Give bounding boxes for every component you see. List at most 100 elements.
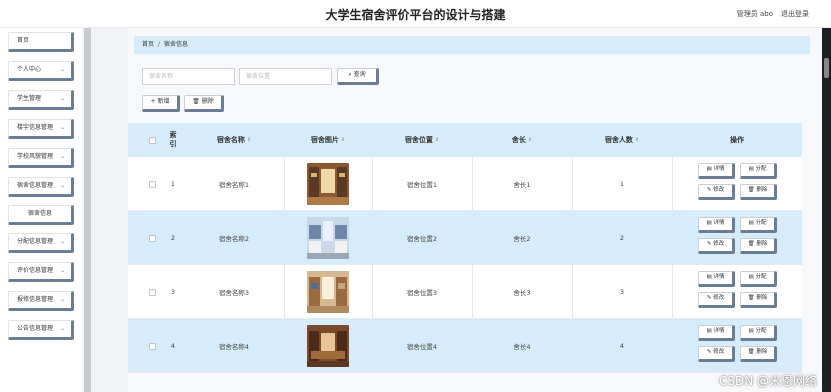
edit-button-label: 修改 [713, 187, 725, 193]
detail-button-label: 详情 [713, 166, 725, 172]
dorm-leader: 舍长4 [513, 343, 531, 351]
assign-button[interactable]: ▤ 分配 [740, 163, 777, 179]
edit-button[interactable]: ✎ 修改 [698, 346, 735, 362]
header-leader[interactable]: 舍长 ⇕ [472, 123, 572, 157]
sidebar-item[interactable]: 个人中心 ⌄ [8, 61, 74, 81]
sidebar-item[interactable]: 学校风貌管理 ⌄ [8, 148, 74, 168]
sidebar-item[interactable]: 宿舍信息 [8, 205, 74, 225]
header-count-label: 宿舍人数 [604, 136, 633, 144]
edit-button-label: 修改 [713, 241, 725, 247]
row-select-cell[interactable] [142, 157, 162, 211]
dorm-name-search-input[interactable] [142, 68, 235, 85]
row-checkbox[interactable] [148, 342, 156, 350]
column-divider [284, 157, 285, 210]
row-index: 3 [170, 288, 176, 296]
sidebar-item[interactable]: 报修信息管理 ⌄ [8, 291, 74, 311]
edit-button[interactable]: ✎ 修改 [698, 184, 735, 200]
sidebar-item-label: 报修信息管理 [17, 296, 54, 303]
chevron-down-icon: ⌄ [59, 238, 65, 245]
add-button[interactable]: + 新增 [142, 95, 180, 112]
sidebar-item[interactable]: 评价信息管理 ⌄ [8, 262, 74, 282]
detail-button-label: 详情 [713, 220, 725, 226]
dorm-count: 1 [619, 180, 625, 188]
row-leader-cell: 舍长3 [472, 265, 572, 319]
sort-icon[interactable]: ⇕ [435, 137, 439, 143]
row-checkbox[interactable] [148, 234, 156, 242]
sidebar-item[interactable]: 公告信息管理 ⌄ [8, 320, 74, 340]
sidebar-item[interactable]: 学生管理 ⌄ [8, 90, 74, 110]
dorm-image[interactable] [307, 271, 349, 313]
row-select-cell[interactable] [142, 319, 162, 373]
assign-button[interactable]: ▤ 分配 [740, 325, 777, 341]
scrollbar-thumb[interactable] [824, 58, 829, 78]
row-select-cell[interactable] [142, 265, 162, 319]
sidebar-item[interactable]: 分配信息管理 ⌄ [8, 233, 74, 253]
delete-button[interactable]: 🗑 删除 [740, 238, 777, 254]
row-index: 2 [170, 234, 176, 242]
column-divider [672, 319, 673, 372]
sidebar-item[interactable]: 楼宇信息管理 ⌄ [8, 119, 74, 139]
header-name[interactable]: 宿舍名称 ⇕ [184, 123, 284, 157]
row-name-cell: 宿舍名称2 [184, 211, 284, 265]
detail-button[interactable]: ▤ 详情 [698, 163, 735, 179]
sort-icon[interactable]: ⇕ [247, 137, 251, 143]
dorm-image[interactable] [307, 163, 349, 205]
delete-button[interactable]: 🗑 删除 [740, 346, 777, 362]
column-divider [284, 265, 285, 318]
table-row: 1 宿舍名称1 宿舍位置1 舍长1 1 ▤ 详情 ▤ 分配 ✎ 修改 🗑 删除 [128, 157, 802, 211]
top-bar: 大学生宿舍评价平台的设计与搭建 管理员 abo 退出登录 [0, 0, 831, 28]
assign-button-label: 分配 [755, 274, 767, 280]
delete-button[interactable]: 🗑 删除 [740, 184, 777, 200]
main-content: 首页/宿舍信息 ⌕ 查询 + 新增 🗑 删除 索引 宿舍名称⇕ 宿舍图片⇕ 宿舍… [128, 28, 822, 392]
dorm-image[interactable] [307, 325, 349, 367]
batch-delete-button[interactable]: 🗑 删除 [184, 95, 224, 112]
row-checkbox[interactable] [148, 180, 156, 188]
dorm-image[interactable] [307, 217, 349, 259]
sidebar-item-label: 首页 [17, 37, 30, 44]
detail-button[interactable]: ▤ 详情 [698, 217, 735, 233]
search-button[interactable]: ⌕ 查询 [337, 68, 379, 85]
select-all-cell[interactable] [142, 123, 162, 157]
row-leader-cell: 舍长1 [472, 157, 572, 211]
assign-button-label: 分配 [755, 220, 767, 226]
delete-button[interactable]: 🗑 删除 [740, 292, 777, 308]
header-leader-label: 舍长 [511, 136, 526, 144]
column-divider [672, 265, 673, 318]
sort-icon[interactable]: ⇕ [341, 137, 345, 143]
chevron-down-icon: ⌄ [59, 153, 65, 160]
edit-button[interactable]: ✎ 修改 [698, 238, 735, 254]
sidebar-scrollbar[interactable] [84, 28, 91, 392]
header-image[interactable]: 宿舍图片 ⇕ [284, 123, 372, 157]
header-ops-label: 操作 [730, 136, 744, 144]
row-count-cell: 4 [572, 319, 672, 373]
dorm-location: 宿舍位置4 [406, 343, 438, 351]
logout-link[interactable]: 退出登录 [781, 9, 809, 19]
detail-button[interactable]: ▤ 详情 [698, 325, 735, 341]
edit-button[interactable]: ✎ 修改 [698, 292, 735, 308]
dorm-name: 宿舍名称2 [218, 235, 250, 243]
sort-icon[interactable]: ⇕ [528, 137, 532, 143]
batch-delete-label: 删除 [201, 98, 214, 105]
page-scrollbar[interactable] [822, 28, 831, 392]
delete-button-label: 删除 [756, 295, 768, 301]
column-divider [284, 211, 285, 264]
breadcrumb-home[interactable]: 首页 [142, 41, 154, 48]
dorm-leader: 舍长2 [513, 235, 531, 243]
header-location[interactable]: 宿舍位置 ⇕ [372, 123, 472, 157]
dorm-location-search-input[interactable] [239, 68, 332, 85]
header-count[interactable]: 宿舍人数 ⇕ [572, 123, 672, 157]
assign-button[interactable]: ▤ 分配 [740, 217, 777, 233]
table-row: 2 宿舍名称2 宿舍位置2 舍长2 2 ▤ 详情 ▤ 分配 ✎ 修改 🗑 删除 [128, 211, 802, 265]
assign-button[interactable]: ▤ 分配 [740, 271, 777, 287]
sidebar-item[interactable]: 首页 [8, 32, 74, 52]
select-all-checkbox[interactable] [148, 136, 156, 144]
sidebar-item[interactable]: 宿舍信息管理 ⌄ [8, 177, 74, 197]
dorm-name: 宿舍名称4 [218, 343, 250, 351]
row-checkbox[interactable] [148, 288, 156, 296]
sort-icon[interactable]: ⇕ [635, 137, 639, 143]
admin-name: 管理员 abo [736, 10, 773, 18]
row-count-cell: 2 [572, 211, 672, 265]
row-select-cell[interactable] [142, 211, 162, 265]
detail-button[interactable]: ▤ 详情 [698, 271, 735, 287]
app-title: 大学生宿舍评价平台的设计与搭建 [325, 8, 506, 22]
